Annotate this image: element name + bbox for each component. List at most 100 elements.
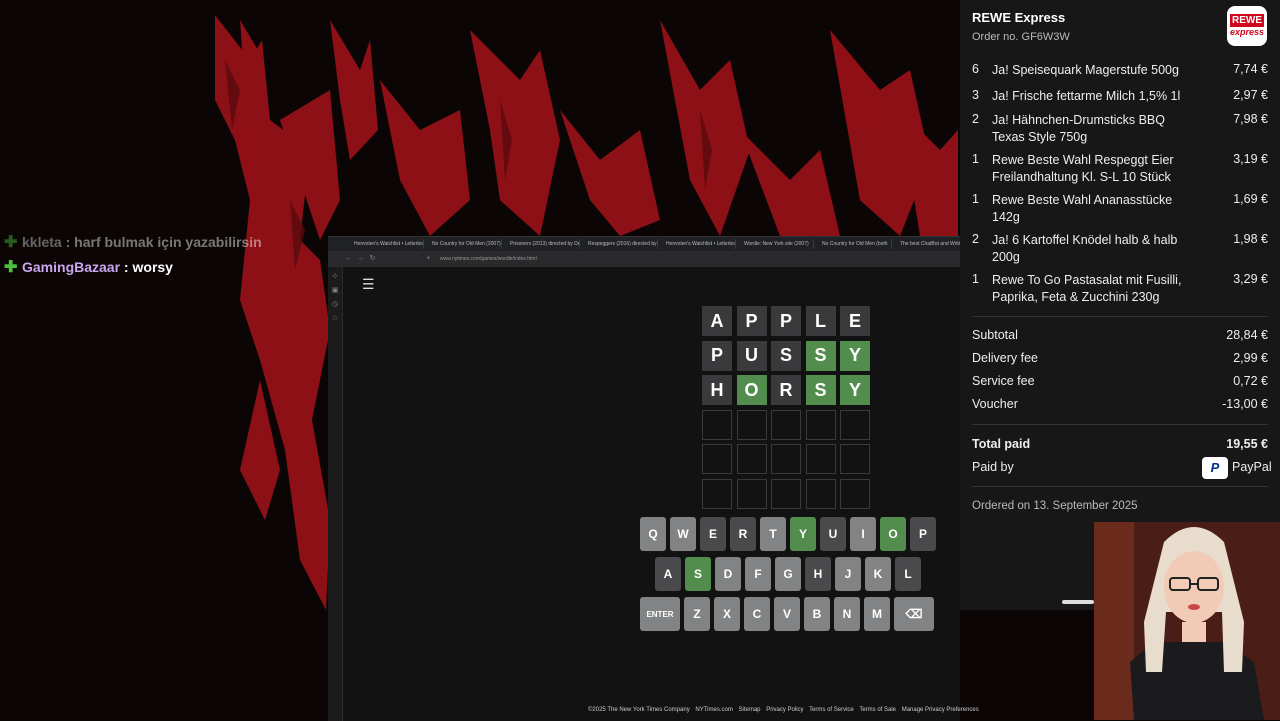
footer-link[interactable]: Terms of Service [809, 707, 854, 713]
backspace-key[interactable]: ⌫ [894, 597, 934, 631]
footer-link[interactable]: Privacy Policy [766, 707, 803, 713]
payment-row: Paid by P PayPal [972, 457, 1272, 479]
hamburger-menu-icon[interactable]: ☰ [362, 277, 375, 291]
browser-tab[interactable]: Wordle: New York site (2007) [740, 239, 814, 249]
delivery-fee-label: Delivery fee [972, 351, 1038, 365]
board-tile [736, 444, 767, 474]
item-price: 1,69 € [1233, 192, 1268, 206]
key-b[interactable]: B [804, 597, 830, 631]
browser-tab[interactable]: Prisoners (2013) directed by De [506, 239, 580, 249]
footer-link[interactable]: Manage Privacy Preferences [902, 707, 979, 713]
footer-link[interactable]: Terms of Sale [859, 707, 896, 713]
key-r[interactable]: R [730, 517, 756, 551]
browser-tab[interactable]: Henvolen's Watchlist • Letterbo [662, 239, 736, 249]
enter-key[interactable]: ENTER [640, 597, 680, 631]
board-tile [805, 444, 836, 474]
rewe-express-logo: REWE express [1227, 6, 1267, 46]
key-x[interactable]: X [714, 597, 740, 631]
board-tile [805, 478, 836, 509]
key-z[interactable]: Z [684, 597, 710, 631]
browser-tab[interactable]: Respeggers (2016) directed by [584, 239, 658, 249]
chat-message: ✚ kkleta : harf bulmak için yazabilirsin [4, 234, 262, 251]
scrollbar[interactable] [1062, 600, 1094, 604]
item-name: Rewe To Go Pastasalat mit Fusilli, Papri… [992, 273, 1182, 304]
item-price: 3,19 € [1233, 152, 1268, 166]
bookmark-icon[interactable]: ▣ [331, 287, 339, 295]
board-tile [702, 409, 732, 440]
item-qty: 3 [972, 88, 979, 102]
browser-tab[interactable]: Henvolen's Watchlist • Letterbo [350, 239, 424, 249]
key-t[interactable]: T [760, 517, 786, 551]
board-tile [840, 444, 870, 474]
back-icon[interactable]: ← [344, 254, 353, 263]
logo-text-bottom: express [1229, 27, 1265, 37]
key-w[interactable]: W [670, 517, 696, 551]
order-number: Order no. GF6W3W [972, 31, 1070, 43]
key-h[interactable]: H [805, 557, 831, 591]
key-e[interactable]: E [700, 517, 726, 551]
item-name: Ja! Speisequark Magerstufe 500g [992, 63, 1179, 77]
board-tile [736, 478, 767, 509]
chat-username: kkleta [22, 234, 62, 250]
chat-username: GamingBazaar [22, 259, 121, 275]
reload-icon[interactable]: ↻ [368, 254, 377, 263]
key-c[interactable]: C [744, 597, 770, 631]
divider [972, 316, 1268, 317]
board-tile [840, 478, 870, 509]
history-icon[interactable]: ◷ [331, 301, 339, 309]
item-name: Rewe Beste Wahl Respeggt Eier Freilandha… [992, 153, 1174, 184]
board-tile [736, 409, 767, 440]
item-qty: 6 [972, 62, 979, 76]
url-text[interactable]: www.nytimes.com/games/wordle/index.html [440, 254, 537, 264]
footer-link[interactable]: NYTimes.com [695, 707, 732, 713]
forward-icon[interactable]: → [356, 254, 365, 263]
board-tile: R [771, 375, 801, 405]
board-tile: H [702, 375, 732, 405]
key-o[interactable]: O [880, 517, 906, 551]
paypal-icon: P [1202, 457, 1228, 479]
key-k[interactable]: K [865, 557, 891, 591]
item-price: 2,97 € [1233, 88, 1268, 102]
divider [972, 424, 1268, 425]
key-m[interactable]: M [864, 597, 890, 631]
total-row: Total paid 19,55 € [972, 437, 1268, 453]
key-y[interactable]: Y [790, 517, 816, 551]
key-g[interactable]: G [775, 557, 801, 591]
key-n[interactable]: N [834, 597, 860, 631]
key-s[interactable]: S [685, 557, 711, 591]
item-qty: 1 [972, 272, 979, 286]
delivery-fee-row: Delivery fee 2,99 € [972, 351, 1268, 367]
star-icon[interactable]: ☆ [331, 315, 339, 323]
key-l[interactable]: L [895, 557, 921, 591]
subtotal-label: Subtotal [972, 328, 1018, 342]
item-qty: 1 [972, 152, 979, 166]
service-fee-label: Service fee [972, 374, 1035, 388]
item-qty: 2 [972, 112, 979, 126]
key-u[interactable]: U [820, 517, 846, 551]
divider [972, 486, 1268, 487]
plus-badge-icon: ✚ [4, 234, 18, 251]
item-name: Ja! Hähnchen-Drumsticks BBQ Texas Style … [992, 113, 1165, 144]
logo-text-top: REWE [1230, 14, 1264, 27]
sidebar-icon[interactable]: ⊹ [331, 273, 339, 281]
paid-by-label: Paid by [972, 460, 1014, 474]
item-qty: 2 [972, 232, 979, 246]
voucher-label: Voucher [972, 397, 1018, 411]
browser-tab[interactable]: The best ChatBot and Writing [896, 239, 960, 249]
key-f[interactable]: F [745, 557, 771, 591]
browser-tab[interactable]: No Country for Old Men (both [818, 239, 892, 249]
key-a[interactable]: A [655, 557, 681, 591]
board-tile: Y [840, 340, 870, 371]
chat-text: worsy [132, 259, 173, 275]
footer-link[interactable]: Sitemap [739, 707, 761, 713]
key-i[interactable]: I [850, 517, 876, 551]
service-fee-row: Service fee 0,72 € [972, 374, 1268, 390]
key-j[interactable]: J [835, 557, 861, 591]
browser-tab[interactable]: No Country for Old Men (2007) [428, 239, 502, 249]
item-price: 3,29 € [1233, 272, 1268, 286]
key-q[interactable]: Q [640, 517, 666, 551]
key-v[interactable]: V [774, 597, 800, 631]
key-d[interactable]: D [715, 557, 741, 591]
board-tile [771, 409, 801, 440]
key-p[interactable]: P [910, 517, 936, 551]
